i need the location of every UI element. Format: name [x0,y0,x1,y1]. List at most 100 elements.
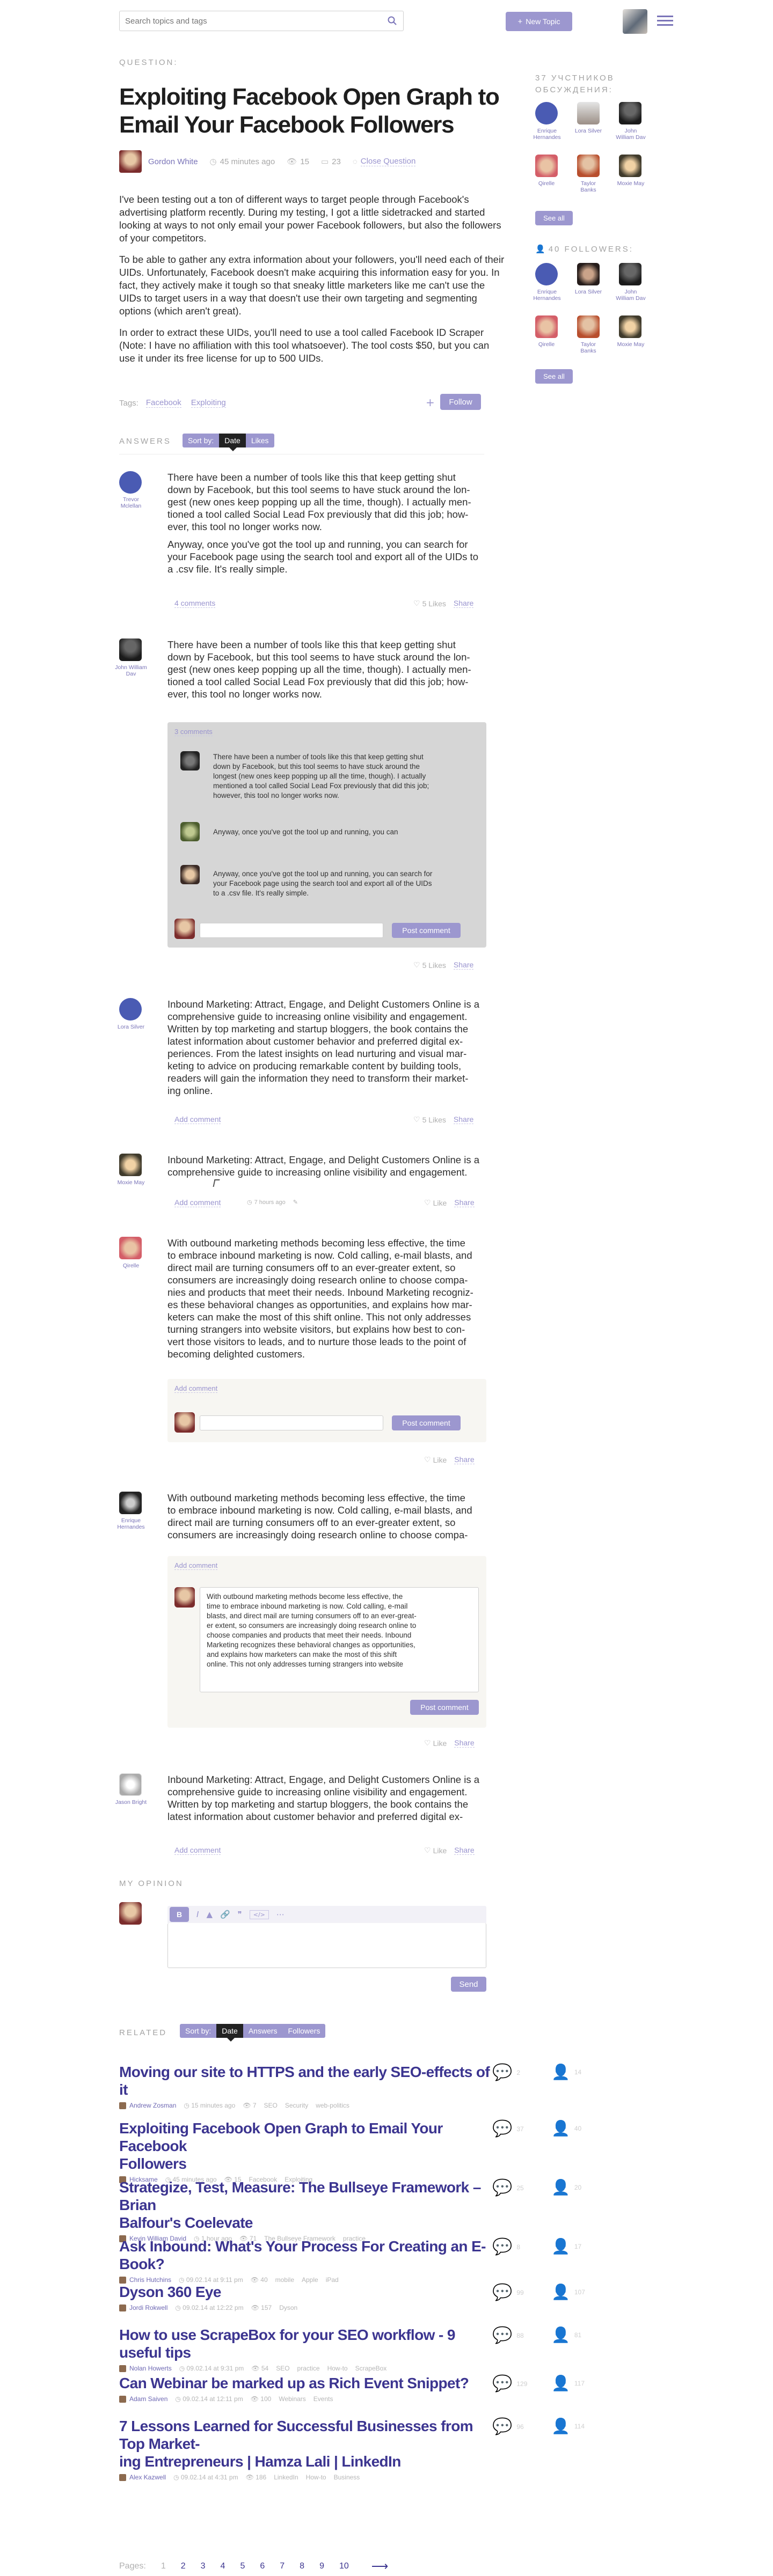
share-link[interactable]: Share [453,960,474,970]
follow-button[interactable]: Follow [440,394,481,410]
related-author[interactable]: Chris Hutchins [119,2276,171,2284]
sort-followers-tab[interactable]: Followers [282,2024,326,2038]
participant-avatar[interactable] [535,155,558,177]
follower-avatar[interactable] [535,263,558,285]
related-title-link[interactable]: Moving our site to HTTPS and the early S… [119,2063,495,2098]
search-box[interactable] [119,11,404,31]
answer-avatar[interactable] [119,471,142,494]
related-tag[interactable]: How-to [327,2365,348,2372]
related-author[interactable]: Adam Saiven [119,2395,167,2403]
add-comment-link[interactable]: Add comment [174,1561,218,1570]
heart-icon[interactable]: ♡ [424,1198,431,1207]
heart-icon[interactable]: ♡ [413,960,420,970]
search-icon[interactable] [387,16,398,26]
related-tag[interactable]: LinkedIn [274,2474,298,2481]
participant-avatar[interactable] [535,102,558,124]
answer-avatar[interactable] [119,1492,142,1514]
comments-link[interactable]: 4 comments [174,599,216,608]
tag-link[interactable]: Exploiting [191,398,226,408]
sort-answers-tab[interactable]: Answers [243,2024,283,2038]
participant-avatar[interactable] [619,155,641,177]
page-link[interactable]: 10 [339,2562,349,2571]
related-tag[interactable]: Apple [302,2276,318,2284]
related-tag[interactable]: Dyson [279,2304,297,2311]
related-tag[interactable]: mobile [275,2276,294,2284]
related-tag[interactable]: iPad [326,2276,339,2284]
related-tag[interactable]: SEO [264,2102,278,2109]
related-title-link[interactable]: Ask Inbound: What's Your Process For Cre… [119,2237,495,2273]
post-comment-button[interactable]: Post comment [392,923,461,938]
see-all-followers-button[interactable]: See all [535,369,573,384]
opinion-textarea[interactable] [167,1923,486,1968]
add-comment-link[interactable]: Add comment [174,1198,221,1207]
comment-avatar[interactable] [180,865,200,884]
answer-author[interactable]: Moxie May [114,1179,148,1186]
participant-name[interactable]: Enrique Hernandes [532,128,562,141]
edit-icon[interactable]: ✎ [293,1199,298,1206]
post-comment-button[interactable]: Post comment [392,1415,461,1430]
share-link[interactable]: Share [453,599,474,608]
page-link[interactable]: 5 [240,2562,245,2571]
add-comment-link[interactable]: Add comment [174,1384,218,1393]
quote-icon[interactable]: ❞ [238,1910,242,1919]
follower-avatar[interactable] [577,315,600,338]
heart-icon[interactable]: ♡ [424,1455,431,1464]
follower-avatar[interactable] [577,263,600,285]
tag-link[interactable]: Facebook [145,398,181,408]
send-button[interactable]: Send [451,1977,486,1992]
author-avatar[interactable] [119,150,142,173]
related-title-link[interactable]: 7 Lessons Learned for Successful Busines… [119,2417,495,2470]
related-tag[interactable]: ScrapeBox [355,2365,387,2372]
image-icon[interactable]: ▲ [206,1910,213,1919]
follower-name[interactable]: John William Dav [616,289,646,302]
bold-icon[interactable]: B [170,1907,189,1922]
follower-name[interactable]: Lora Silver [574,289,603,295]
participant-name[interactable]: Qirelle [532,180,561,187]
answer-avatar[interactable] [119,1154,142,1176]
related-tag[interactable]: Events [313,2395,333,2403]
related-title-link[interactable]: Exploiting Facebook Open Graph to Email … [119,2119,495,2173]
participant-avatar[interactable] [619,102,641,124]
related-tag[interactable]: Business [334,2474,360,2481]
add-comment-link[interactable]: Add comment [174,1846,221,1855]
related-title-link[interactable]: How to use ScrapeBox for your SEO workfl… [119,2326,495,2361]
related-title-link[interactable]: Dyson 360 Eye [119,2283,495,2301]
page-link[interactable]: 2 [181,2562,186,2571]
comment-input[interactable] [200,1415,383,1430]
related-author[interactable]: Nolan Howerts [119,2365,172,2372]
close-question-link[interactable]: Close Question [360,157,416,166]
related-tag[interactable]: practice [297,2365,320,2372]
share-link[interactable]: Share [454,1738,475,1748]
answer-avatar[interactable] [119,1773,142,1796]
answer-author[interactable]: Enrique Hernandes [114,1517,148,1530]
next-page-arrow-icon[interactable]: ⟶ [371,2559,389,2573]
page-link[interactable]: 9 [319,2562,324,2571]
related-title-link[interactable]: Strategize, Test, Measure: The Bullseye … [119,2178,495,2232]
add-comment-link[interactable]: Add comment [174,1115,221,1124]
follower-name[interactable]: Taylor Banks [574,341,603,354]
answer-avatar[interactable] [119,639,142,661]
comment-textarea[interactable]: With outbound marketing methods become l… [200,1587,479,1692]
related-tag[interactable]: web-politics [316,2102,349,2109]
post-comment-button[interactable]: Post comment [410,1700,479,1715]
answer-avatar[interactable] [119,998,142,1021]
more-icon[interactable]: ⋯ [276,1910,285,1919]
related-tag[interactable]: SEO [276,2365,289,2372]
heart-icon[interactable]: ♡ [413,1115,420,1124]
participant-name[interactable]: Taylor Banks [574,180,603,193]
follower-name[interactable]: Qirelle [532,341,561,348]
follower-name[interactable]: Enrique Hernandes [532,289,562,302]
new-topic-button[interactable]: + New Topic [506,12,572,31]
follower-name[interactable]: Moxie May [616,341,646,348]
heart-icon[interactable]: ♡ [424,1846,431,1855]
participant-name[interactable]: Moxie May [616,180,646,187]
italic-icon[interactable]: I [196,1910,199,1919]
comment-avatar[interactable] [180,822,200,841]
share-link[interactable]: Share [454,1455,475,1464]
follower-avatar[interactable] [535,315,558,338]
answer-author[interactable]: John William Dav [114,664,148,677]
share-link[interactable]: Share [453,1115,474,1124]
menu-icon[interactable] [657,14,673,28]
related-author[interactable]: Alex Kazwell [119,2474,166,2481]
link-icon[interactable]: 🔗 [220,1910,230,1919]
